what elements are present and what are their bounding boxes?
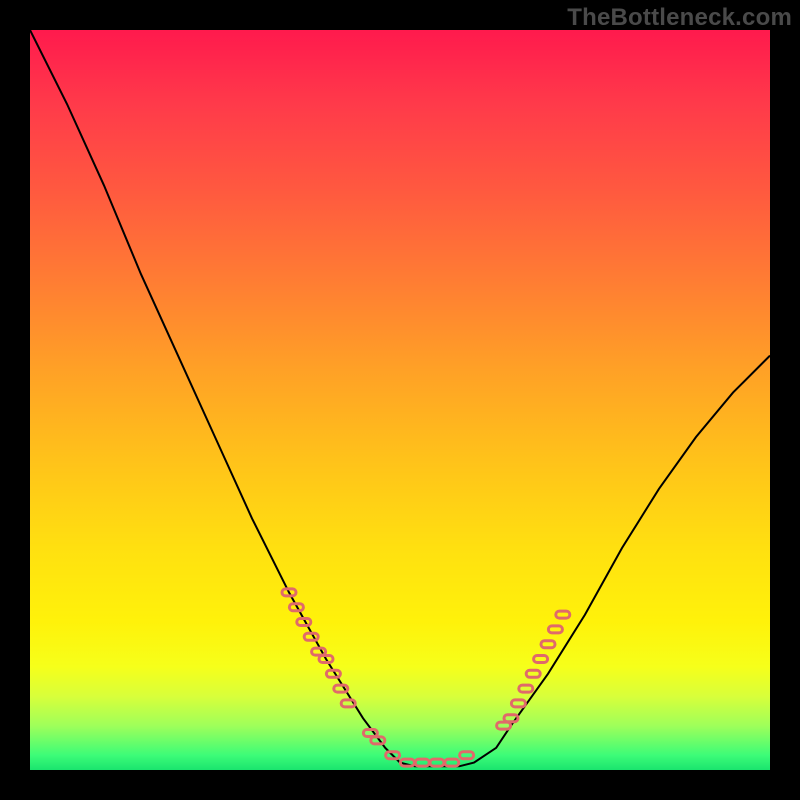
- watermark-text: TheBottleneck.com: [567, 4, 792, 32]
- curve-marker: [297, 619, 311, 626]
- curve-group: [30, 30, 770, 766]
- curve-marker: [526, 670, 540, 677]
- chart-frame: TheBottleneck.com: [0, 0, 800, 800]
- curve-marker: [534, 656, 548, 663]
- bottleneck-curve: [30, 30, 770, 766]
- curve-marker: [334, 685, 348, 692]
- curve-marker: [371, 737, 385, 744]
- curve-marker: [541, 641, 555, 648]
- curve-marker: [304, 633, 318, 640]
- curve-marker: [556, 611, 570, 618]
- bottleneck-curve-svg: [30, 30, 770, 770]
- curve-marker: [548, 626, 562, 633]
- markers-bottom: [363, 730, 473, 767]
- curve-marker: [511, 700, 525, 707]
- markers-right: [497, 611, 570, 729]
- curve-marker: [430, 759, 444, 766]
- plot-area: [30, 30, 770, 770]
- curve-marker: [415, 759, 429, 766]
- curve-marker: [326, 670, 340, 677]
- curve-marker: [519, 685, 533, 692]
- curve-marker: [460, 752, 474, 759]
- curve-marker: [445, 759, 459, 766]
